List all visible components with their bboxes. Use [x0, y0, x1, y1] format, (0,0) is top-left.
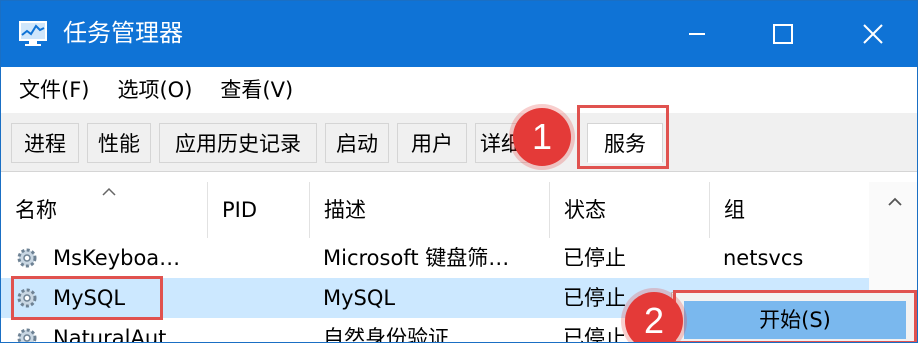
service-gear-icon [17, 328, 37, 342]
tab-processes[interactable]: 进程 [11, 123, 79, 163]
service-pid [221, 238, 301, 278]
tab-startup[interactable]: 启动 [325, 123, 389, 163]
title-bar: 任务管理器 [1, 1, 917, 67]
column-name[interactable]: 名称 [1, 182, 207, 238]
service-group: netsvcs [723, 246, 804, 270]
table-header: 名称 PID 描述 状态 组 [1, 182, 917, 238]
service-name: MsKeyboa… [53, 246, 181, 270]
menu-options[interactable]: 选项(O) [103, 75, 206, 105]
menu-bar: 文件(F) 选项(O) 查看(V) [1, 67, 917, 113]
tab-performance[interactable]: 性能 [87, 123, 151, 163]
close-icon [863, 24, 883, 44]
highlight-start-item [673, 290, 917, 342]
column-name-label: 名称 [15, 198, 57, 222]
step-1-badge: 1 [513, 108, 571, 166]
column-group[interactable]: 组 [709, 182, 869, 238]
tab-users[interactable]: 用户 [397, 123, 467, 163]
highlight-mysql-row [11, 276, 163, 320]
close-button[interactable] [827, 1, 917, 67]
tab-app-history[interactable]: 应用历史记录 [159, 123, 317, 163]
task-manager-window: 任务管理器 文件(F) 选项(O) 查看(V) 进程 性能 应用历史记录 启动 … [0, 0, 918, 343]
menu-file[interactable]: 文件(F) [1, 75, 103, 105]
tab-bar: 进程 性能 应用历史记录 启动 用户 详细 服务 [1, 113, 917, 172]
highlight-services-tab [577, 105, 669, 169]
service-name: NaturalAut… [53, 326, 188, 343]
service-gear-icon [17, 248, 37, 268]
service-description: Microsoft 键盘筛… [323, 246, 510, 270]
scroll-up-icon[interactable] [887, 196, 903, 206]
service-pid [221, 318, 301, 342]
minimize-icon [689, 33, 705, 35]
column-status[interactable]: 状态 [549, 182, 709, 238]
window-title: 任务管理器 [63, 19, 183, 47]
menu-view[interactable]: 查看(V) [206, 75, 307, 105]
table-row[interactable]: MsKeyboa… Microsoft 键盘筛… 已停止 netsvcs [1, 238, 869, 278]
service-description: MySQL [323, 286, 396, 310]
service-description: 自然身份验证 [323, 326, 449, 343]
service-pid [221, 278, 301, 318]
column-description[interactable]: 描述 [309, 182, 549, 238]
service-status: 已停止 [563, 246, 626, 270]
sort-up-icon [102, 187, 116, 196]
step-2-badge: 2 [625, 292, 683, 342]
maximize-icon [773, 24, 793, 44]
minimize-button[interactable] [651, 1, 743, 67]
task-manager-icon [19, 21, 47, 46]
maximize-button[interactable] [737, 1, 829, 67]
column-pid[interactable]: PID [207, 182, 309, 238]
